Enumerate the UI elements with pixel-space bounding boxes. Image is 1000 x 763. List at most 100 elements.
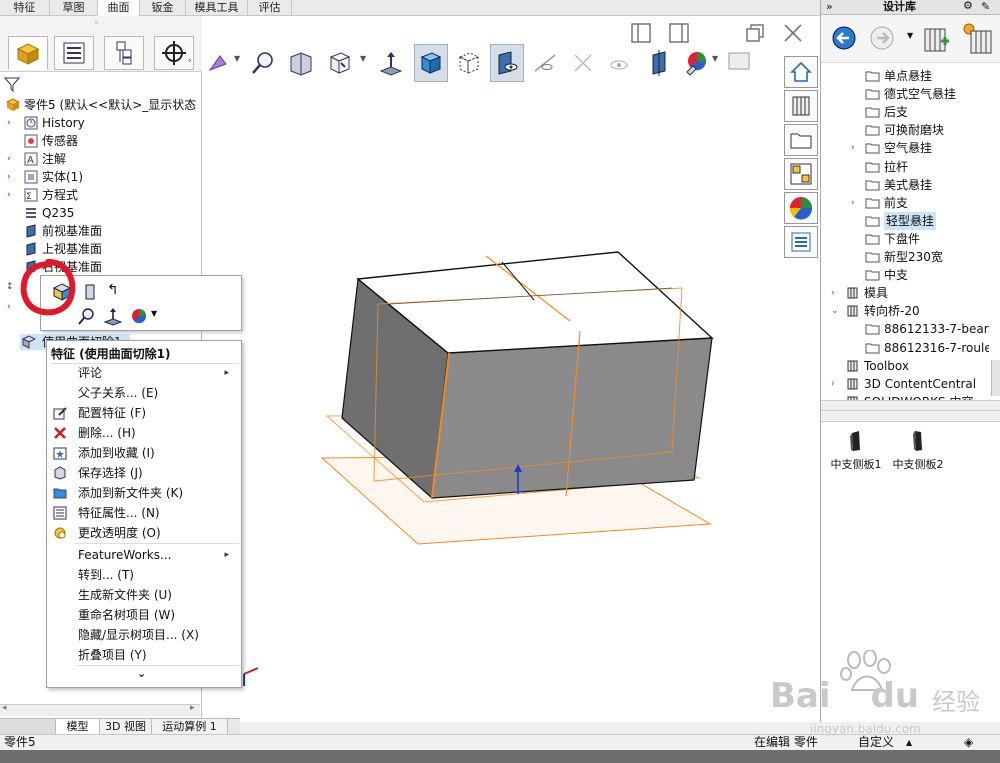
library-item[interactable]: 中支 xyxy=(851,266,989,284)
library-item[interactable]: 可换耐磨块 xyxy=(851,121,989,139)
tree-item-history[interactable]: › History xyxy=(0,114,200,132)
panel-splitter[interactable] xyxy=(821,410,1000,422)
menu-item[interactable]: 父子关系... (E) xyxy=(47,383,241,403)
task-pane-appearances-tab[interactable] xyxy=(784,192,818,224)
library-item[interactable]: 新型230宽 xyxy=(851,248,989,266)
scroll-left-icon[interactable]: ◂ xyxy=(2,703,7,713)
menu-item[interactable]: 折叠项目 (Y) xyxy=(47,645,241,665)
library-item[interactable]: ⌄ 转向桥-20 xyxy=(831,302,989,320)
expand-arrow-icon[interactable]: › xyxy=(831,375,835,393)
expand-arrow-icon[interactable]: › xyxy=(7,298,11,316)
normal-to-small-icon[interactable] xyxy=(103,306,123,326)
tab-sheet-metal[interactable]: 钣金 xyxy=(140,0,186,16)
add-file-location-icon[interactable] xyxy=(921,21,953,55)
tree-item-top-plane[interactable]: 上视基准面 xyxy=(0,240,200,258)
library-item[interactable]: › 3D ContentCentral xyxy=(831,375,989,393)
tab-3d-view[interactable]: 3D 视图 xyxy=(100,719,152,735)
library-item[interactable]: 下盘件 xyxy=(851,230,989,248)
box-front-face[interactable] xyxy=(431,337,713,499)
library-item[interactable]: 拉杆 xyxy=(851,158,989,176)
tab-features[interactable]: 特征 xyxy=(0,0,50,16)
tree-item-solid-bodies[interactable]: › 实体(1) xyxy=(0,168,200,186)
menu-item[interactable]: 添加到新文件夹 (K) xyxy=(47,483,241,503)
zoom-to-selection-icon[interactable] xyxy=(77,306,97,326)
scroll-right-icon[interactable]: ▸ xyxy=(190,703,195,713)
options-gear-icon[interactable]: ⚙ xyxy=(963,0,973,13)
menu-item[interactable]: 生成新文件夹 (U) xyxy=(47,585,241,605)
task-pane-home-tab[interactable] xyxy=(784,56,818,88)
task-pane-custom-properties-tab[interactable] xyxy=(784,226,818,258)
menu-item[interactable]: 添加到收藏 (I) xyxy=(47,443,241,463)
panel-tabs-more-icon[interactable]: › xyxy=(188,56,192,66)
task-pane-design-library-tab[interactable] xyxy=(784,90,818,122)
menu-item[interactable]: FeatureWorks... ▸ xyxy=(47,545,241,565)
suppress-icon[interactable] xyxy=(83,282,97,302)
collapse-panel-icon[interactable]: » xyxy=(826,0,833,14)
create-new-folder-icon[interactable] xyxy=(961,21,997,55)
panel-collapse-handle[interactable]: ◦ xyxy=(94,19,99,29)
filter-icon[interactable] xyxy=(3,76,24,94)
tab-surfaces[interactable]: 曲面 xyxy=(98,0,140,16)
library-item[interactable]: › 模具 xyxy=(831,284,989,302)
library-hscroll[interactable] xyxy=(821,400,1000,410)
menu-more-chevron-icon[interactable]: ⌄ xyxy=(137,667,146,680)
library-item[interactable]: 美式悬挂 xyxy=(851,176,989,194)
library-item[interactable]: › 空气悬挂 xyxy=(851,139,989,157)
tab-scroll-arrows[interactable] xyxy=(0,719,56,735)
tree-root-part[interactable]: 零件5 (默认<<默认>_显示状态 xyxy=(0,96,202,114)
pin-icon[interactable]: ✎ xyxy=(981,0,990,14)
tab-motion-study[interactable]: 运动算例 1 xyxy=(152,719,228,735)
tree-horizontal-scrollbar[interactable]: ◂ ▸ xyxy=(0,703,200,716)
model-graphics[interactable] xyxy=(202,16,820,722)
dropdown-arrow-icon[interactable]: ▼ xyxy=(151,309,157,318)
library-thumbnail-1[interactable]: 中支侧板1 xyxy=(825,430,887,472)
library-item[interactable]: 德式空气悬挂 xyxy=(851,85,989,103)
task-pane-view-palette-tab[interactable] xyxy=(784,158,818,190)
task-pane-file-explorer-tab[interactable] xyxy=(784,124,818,156)
library-item[interactable]: 单点悬挂 xyxy=(851,67,989,85)
back-arrow-icon[interactable] xyxy=(831,25,857,51)
library-item[interactable]: 后支 xyxy=(851,103,989,121)
property-manager-tab[interactable] xyxy=(54,36,94,70)
tree-item-material[interactable]: Q235 xyxy=(0,204,200,222)
history-dropdown-icon[interactable]: ▼ xyxy=(907,31,913,40)
tab-sketch[interactable]: 草图 xyxy=(50,0,98,16)
menu-item[interactable]: 保存选择 (J) xyxy=(47,463,241,483)
expand-arrow-icon[interactable]: › xyxy=(851,194,855,212)
expand-arrow-icon[interactable]: › xyxy=(851,139,855,157)
expand-arrow-icon[interactable]: › xyxy=(831,284,835,302)
library-item[interactable]: › 前支 xyxy=(851,194,989,212)
tree-item-front-plane[interactable]: 前视基准面 xyxy=(0,222,200,240)
feature-manager-tab[interactable] xyxy=(8,36,48,70)
expand-arrow-icon[interactable]: › xyxy=(7,168,11,186)
menu-item[interactable]: 特征属性... (N) xyxy=(47,503,241,523)
tree-item-annotations[interactable]: › A 注解 xyxy=(0,150,200,168)
graphics-area[interactable]: ▼ ▼ ▼ xyxy=(202,16,820,722)
menu-item[interactable]: 评论 ▸ xyxy=(47,363,241,383)
tree-item-sensors[interactable]: 传感器 xyxy=(0,132,200,150)
library-item[interactable]: 轻型悬挂 xyxy=(851,211,989,230)
tab-model[interactable]: 模型 xyxy=(56,719,100,735)
appearance-small-icon[interactable] xyxy=(129,306,149,326)
tree-item-equations[interactable]: › Σ 方程式 xyxy=(0,186,200,204)
rollback-icon[interactable]: ↰ xyxy=(107,282,119,298)
library-thumbnail-2[interactable]: 中支侧板2 xyxy=(887,430,949,472)
forward-arrow-icon[interactable] xyxy=(869,25,895,51)
menu-item[interactable]: 重命名树项目 (W) xyxy=(47,605,241,625)
configuration-manager-tab[interactable] xyxy=(104,36,144,70)
menu-item[interactable]: 删除... (H) xyxy=(47,423,241,443)
tab-mold-tools[interactable]: 模具工具 xyxy=(186,0,248,16)
library-item[interactable]: 88612316-7-rouler xyxy=(851,339,989,357)
library-item[interactable]: 88612133-7-bearin xyxy=(851,320,989,338)
library-item[interactable]: Toolbox xyxy=(831,357,989,375)
expand-arrow-icon[interactable]: › xyxy=(7,114,11,132)
expand-arrow-icon[interactable]: › xyxy=(7,186,11,204)
tab-evaluate[interactable]: 评估 xyxy=(248,0,292,16)
expand-arrow-icon[interactable]: › xyxy=(7,150,11,168)
menu-item[interactable]: 转到... (T) xyxy=(47,565,241,585)
menu-item[interactable]: 更改透明度 (O) xyxy=(47,523,241,543)
menu-item[interactable]: 隐藏/显示树项目... (X) xyxy=(47,625,241,645)
expand-arrow-icon[interactable]: ⌄ xyxy=(831,302,839,320)
library-vscroll[interactable] xyxy=(991,360,1000,396)
menu-item[interactable]: 配置特征 (F) xyxy=(47,403,241,423)
